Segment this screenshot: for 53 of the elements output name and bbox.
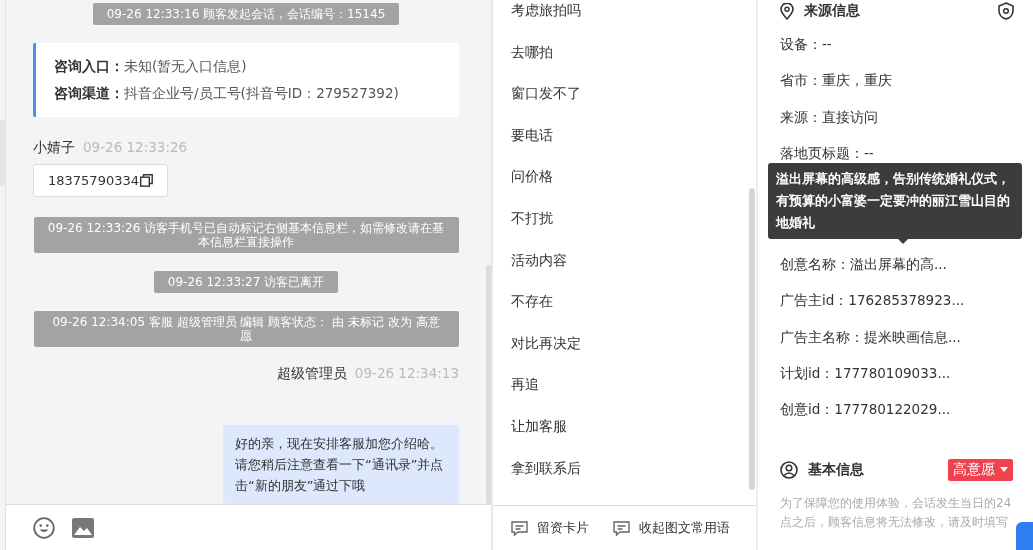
phone-number: 18375790334 <box>48 173 139 188</box>
message-time: 09-26 12:33:26 <box>83 139 188 157</box>
quick-reply-item[interactable]: 再追 <box>511 364 756 406</box>
shield-icon[interactable] <box>997 2 1015 20</box>
info-field: 来源：直接访问 <box>780 98 1033 135</box>
scrollbar[interactable] <box>486 265 491 505</box>
action-button[interactable]: 收起图文常用语 <box>613 519 730 537</box>
message-time: 09-26 12:34:13 <box>354 365 459 383</box>
action-button[interactable]: 留资卡片 <box>511 519 589 537</box>
system-notice: 09-26 12:33:27 访客已离开 <box>153 271 339 293</box>
quick-reply-item[interactable]: 考虑旅拍吗 <box>511 0 756 32</box>
emoji-icon[interactable] <box>33 516 55 539</box>
status-dropdown[interactable]: 高意愿 <box>948 458 1013 481</box>
entry-value: 抖音企业号/员工号(抖音号ID：279527392) <box>124 85 399 101</box>
section-title: 基本信息 <box>808 460 864 479</box>
quick-reply-item[interactable]: 不存在 <box>511 281 756 323</box>
info-field: 广告主id：176285378923... <box>780 282 1033 319</box>
info-field: 计划id：177780109033... <box>780 355 1033 392</box>
tooltip: 溢出屏幕的高级感，告别传统婚礼仪式，有预算的小富婆一定要冲的丽江雪山目的地婚礼 <box>768 163 1022 240</box>
system-notice: 09-26 12:34:05 客服 超级管理员 编辑 顾客状态： 由 未标记 改为 高意愿 <box>33 311 459 347</box>
message-bubble: 好的亲，现在安排客服加您介绍哈。请您稍后注意查看一下“通讯录”并点击“新的朋友”通过下哦 <box>223 425 459 504</box>
quick-reply-item[interactable]: 活动内容 <box>511 239 756 282</box>
section-title: 来源信息 <box>804 2 860 20</box>
entry-label: 咨询入口： <box>54 58 124 74</box>
system-notice: 09-26 12:33:26 访客手机号已自动标记右侧基本信息栏，如需修改请在基本信息栏直接操作 <box>33 217 459 253</box>
tooltip-pointer <box>898 239 908 245</box>
entry-label: 咨询渠道： <box>54 85 124 101</box>
quick-reply-item[interactable]: 对比再决定 <box>511 322 756 365</box>
image-icon[interactable] <box>72 517 94 538</box>
message-icon <box>613 520 630 536</box>
location-pin-icon <box>780 2 794 20</box>
scrollbar[interactable] <box>749 188 755 490</box>
info-field: 广告主名称：提米映画信息... <box>780 318 1033 356</box>
info-note: 为了保障您的使用体验，会话发生当日的24点之后，顾客信息将无法修改，请及时填写 <box>780 494 1013 531</box>
caret-icon <box>1000 467 1008 473</box>
system-notice: 09-26 12:33:16 顾客发起会话，会话编号：15145 <box>92 3 400 25</box>
sender-name: 小婧子 <box>33 139 75 157</box>
user-icon <box>780 460 798 479</box>
info-field: 设备：-- <box>780 26 1033 63</box>
message-icon <box>511 520 528 536</box>
info-field: 创意名称：溢出屏幕的高... <box>780 246 1033 283</box>
quick-reply-item[interactable]: 要电话 <box>511 114 756 157</box>
info-field: 省市：重庆，重庆 <box>780 62 1033 99</box>
quick-reply-item[interactable]: 不打扰 <box>511 197 756 240</box>
quick-reply-item[interactable]: 窗口发不了 <box>511 73 756 115</box>
quick-reply-item[interactable]: 拿到联系后 <box>511 447 756 490</box>
entry-value: 未知(暂无入口信息) <box>124 58 247 74</box>
quick-reply-item[interactable]: 去哪拍 <box>511 31 756 74</box>
quick-reply-item[interactable]: 问价格 <box>511 156 756 198</box>
quick-reply-item[interactable]: 让加客服 <box>511 405 756 448</box>
sender-name: 超级管理员 <box>276 365 347 383</box>
info-field: 创意id：177780122029... <box>780 391 1033 428</box>
copy-icon[interactable] <box>140 174 153 187</box>
